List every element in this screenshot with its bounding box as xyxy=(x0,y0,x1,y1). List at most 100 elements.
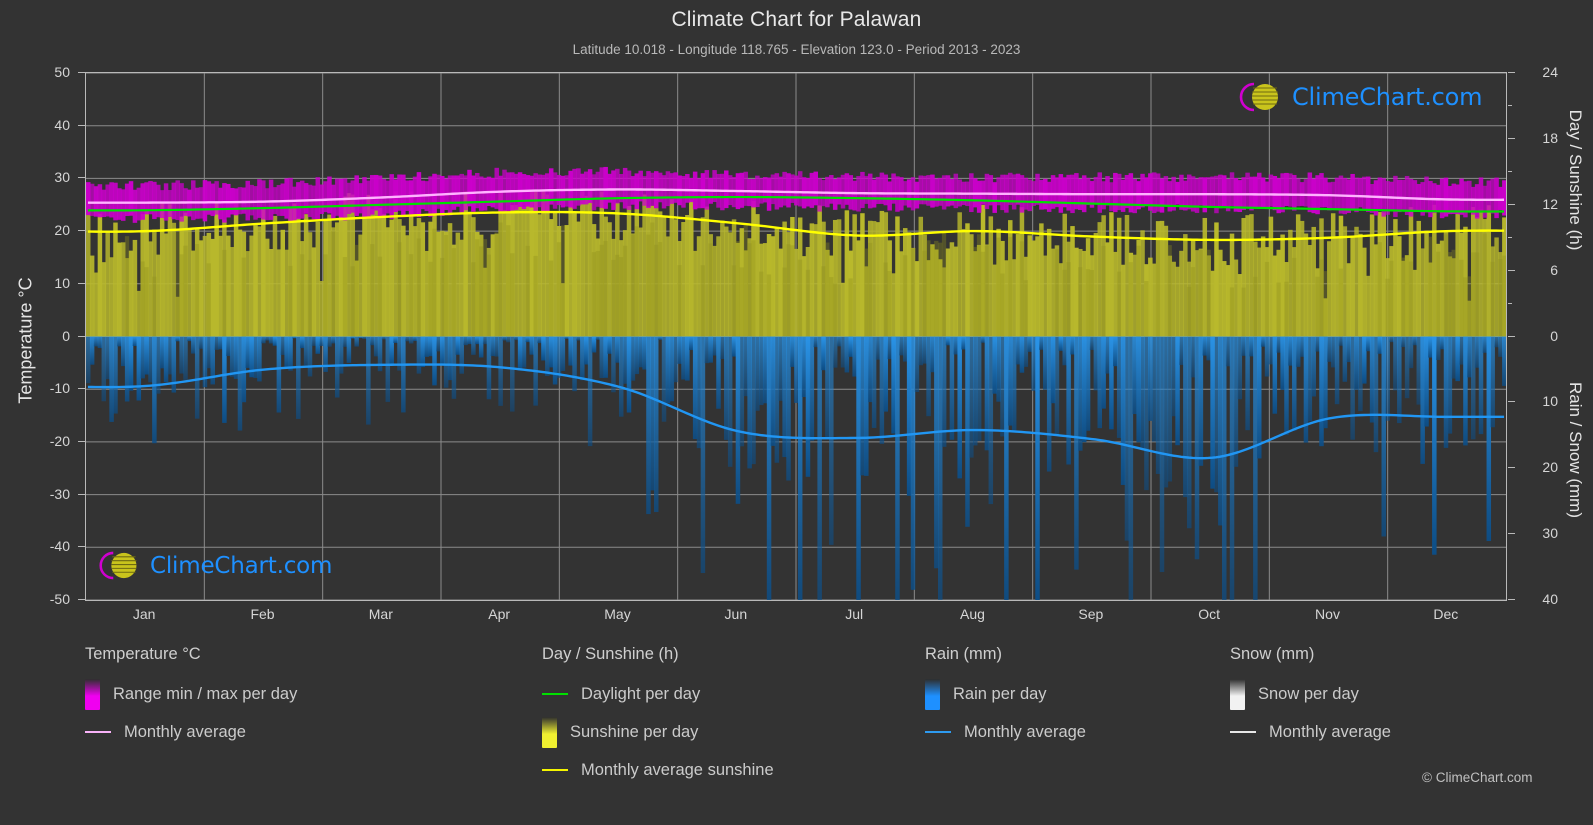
left-tick-mark xyxy=(78,177,85,179)
legend-swatch-box xyxy=(1230,678,1245,710)
legend-item[interactable]: Rain per day xyxy=(925,675,1086,713)
left-tick-mark xyxy=(78,72,85,73)
right-axis-title-bottom: Rain / Snow (mm) xyxy=(1566,381,1585,519)
right-tick-mark xyxy=(1508,72,1515,73)
legend-item[interactable]: Range min / max per day xyxy=(85,675,297,713)
legend-heading: Snow (mm) xyxy=(1230,645,1315,663)
copyright-notice: © ClimeChart.com xyxy=(1422,770,1533,785)
left-tick-mark xyxy=(78,282,85,284)
legend-item[interactable]: Daylight per day xyxy=(542,675,774,713)
x-tick-oct: Oct xyxy=(1198,606,1221,622)
legend-item-label: Monthly average xyxy=(964,722,1086,741)
legend-item-label: Monthly average xyxy=(1269,722,1391,741)
left-tick-30: 30 xyxy=(54,169,70,186)
chart-canvas xyxy=(86,73,1506,600)
x-tick-feb: Feb xyxy=(250,606,275,622)
legend-swatch-line-bar xyxy=(542,693,568,695)
right-tick-mark xyxy=(1508,137,1515,139)
legend-swatch-box xyxy=(925,678,940,710)
climechart-logo-text: ClimeChart.com xyxy=(150,552,333,579)
right-mm-tick-40: 40 xyxy=(1542,591,1558,607)
chart-legend: Temperature °C Range min / max per day Mon… xyxy=(0,645,1593,825)
legend-swatch-line xyxy=(542,769,568,771)
x-tick-nov: Nov xyxy=(1315,606,1340,622)
left-tick-mark xyxy=(78,230,85,232)
right-tick-mark xyxy=(1508,599,1515,600)
left-tick-mark xyxy=(78,493,85,495)
legend-column-rain-mm: Rain (mm) Rain per day Monthly average xyxy=(925,645,1086,751)
legend-heading: Day / Sunshine (h) xyxy=(542,645,679,663)
legend-item[interactable]: Monthly average sunshine xyxy=(542,751,774,789)
climechart-logo-text: ClimeChart.com xyxy=(1292,83,1483,111)
left-tick--30: -30 xyxy=(49,485,70,502)
left-tick-40: 40 xyxy=(54,116,70,133)
x-tick-aug: Aug xyxy=(960,606,985,622)
legend-item-label: Rain per day xyxy=(953,684,1047,703)
climechart-logo-mark xyxy=(99,551,137,580)
right-tick-mark xyxy=(1508,269,1515,271)
left-tick--40: -40 xyxy=(49,538,70,555)
left-tick-20: 20 xyxy=(54,222,70,239)
left-tick-mark xyxy=(78,335,85,337)
right-hour-tick-18: 18 xyxy=(1542,129,1558,146)
legend-item[interactable]: Monthly average xyxy=(1230,713,1391,751)
left-tick-50: 50 xyxy=(54,64,70,80)
x-tick-mar: Mar xyxy=(368,606,393,622)
right-minor-tick-mark xyxy=(1508,236,1512,238)
legend-heading: Temperature °C xyxy=(85,645,201,663)
right-minor-tick-mark xyxy=(1508,104,1512,106)
right-minor-tick-mark xyxy=(1508,170,1512,172)
right-tick-mark xyxy=(1508,533,1515,535)
left-tick-10: 10 xyxy=(54,274,70,291)
x-tick-jun: Jun xyxy=(724,606,748,622)
right-hour-tick-24: 24 xyxy=(1542,64,1558,80)
x-tick-jul: Jul xyxy=(845,606,864,622)
left-tick-mark xyxy=(78,599,85,600)
right-hour-tick-12: 12 xyxy=(1542,195,1558,212)
x-tick-apr: Apr xyxy=(488,606,511,622)
legend-item-label: Range min / max per day xyxy=(113,684,298,703)
right-mm-tick-30: 30 xyxy=(1542,525,1558,542)
right-hour-tick-6: 6 xyxy=(1550,261,1558,278)
left-tick--50: -50 xyxy=(49,591,70,607)
legend-item-label: Monthly average xyxy=(124,722,246,741)
legend-swatch-line xyxy=(925,731,951,733)
x-tick-sep: Sep xyxy=(1078,606,1104,622)
legend-item[interactable]: Monthly average xyxy=(925,713,1086,751)
legend-swatch-line-bar xyxy=(925,731,951,733)
right-tick-mark xyxy=(1508,467,1515,469)
left-tick--10: -10 xyxy=(49,380,70,397)
legend-swatch-line-bar xyxy=(1230,731,1256,733)
left-tick--20: -20 xyxy=(49,432,70,449)
x-tick-dec: Dec xyxy=(1433,606,1459,622)
left-tick-mark xyxy=(78,440,85,442)
legend-swatch-line-bar xyxy=(542,769,568,771)
legend-heading: Rain (mm) xyxy=(925,645,1002,663)
x-tick-jan: Jan xyxy=(132,606,156,622)
climechart-logo-bottom: ClimeChart.com xyxy=(92,549,332,582)
legend-item-label: Sunshine per day xyxy=(570,722,699,741)
legend-column-snow-mm: Snow (mm) Snow per day Monthly average xyxy=(1230,645,1391,751)
right-mm-tick-10: 10 xyxy=(1542,393,1558,410)
legend-item-label: Snow per day xyxy=(1258,684,1359,703)
legend-item[interactable]: Sunshine per day xyxy=(542,713,774,751)
legend-item[interactable]: Snow per day xyxy=(1230,675,1391,713)
legend-item-label: Monthly average sunshine xyxy=(581,760,774,779)
right-mm-tick-20: 20 xyxy=(1542,459,1558,476)
climate-chart-page: Climate Chart for Palawan Latitude 10.01… xyxy=(0,0,1593,825)
right-tick-mark xyxy=(1508,203,1515,205)
page-subtitle: Latitude 10.018 - Longitude 118.765 - El… xyxy=(572,42,1021,57)
right-minor-tick-mark xyxy=(1508,302,1512,304)
legend-swatch-line xyxy=(542,693,568,695)
left-tick-mark xyxy=(78,546,85,548)
right-axis-title-top: Day / Sunshine (h) xyxy=(1566,109,1585,251)
left-tick-mark xyxy=(78,388,85,390)
legend-item[interactable]: Monthly average xyxy=(85,713,297,751)
right-tick-mark xyxy=(1508,401,1515,403)
right-tick-mark xyxy=(1508,335,1515,337)
legend-swatch-box xyxy=(542,716,557,748)
legend-swatch-box xyxy=(85,678,100,710)
climechart-logo-mark xyxy=(1239,82,1278,112)
legend-swatch-line xyxy=(85,731,111,733)
left-tick-mark xyxy=(78,124,85,126)
